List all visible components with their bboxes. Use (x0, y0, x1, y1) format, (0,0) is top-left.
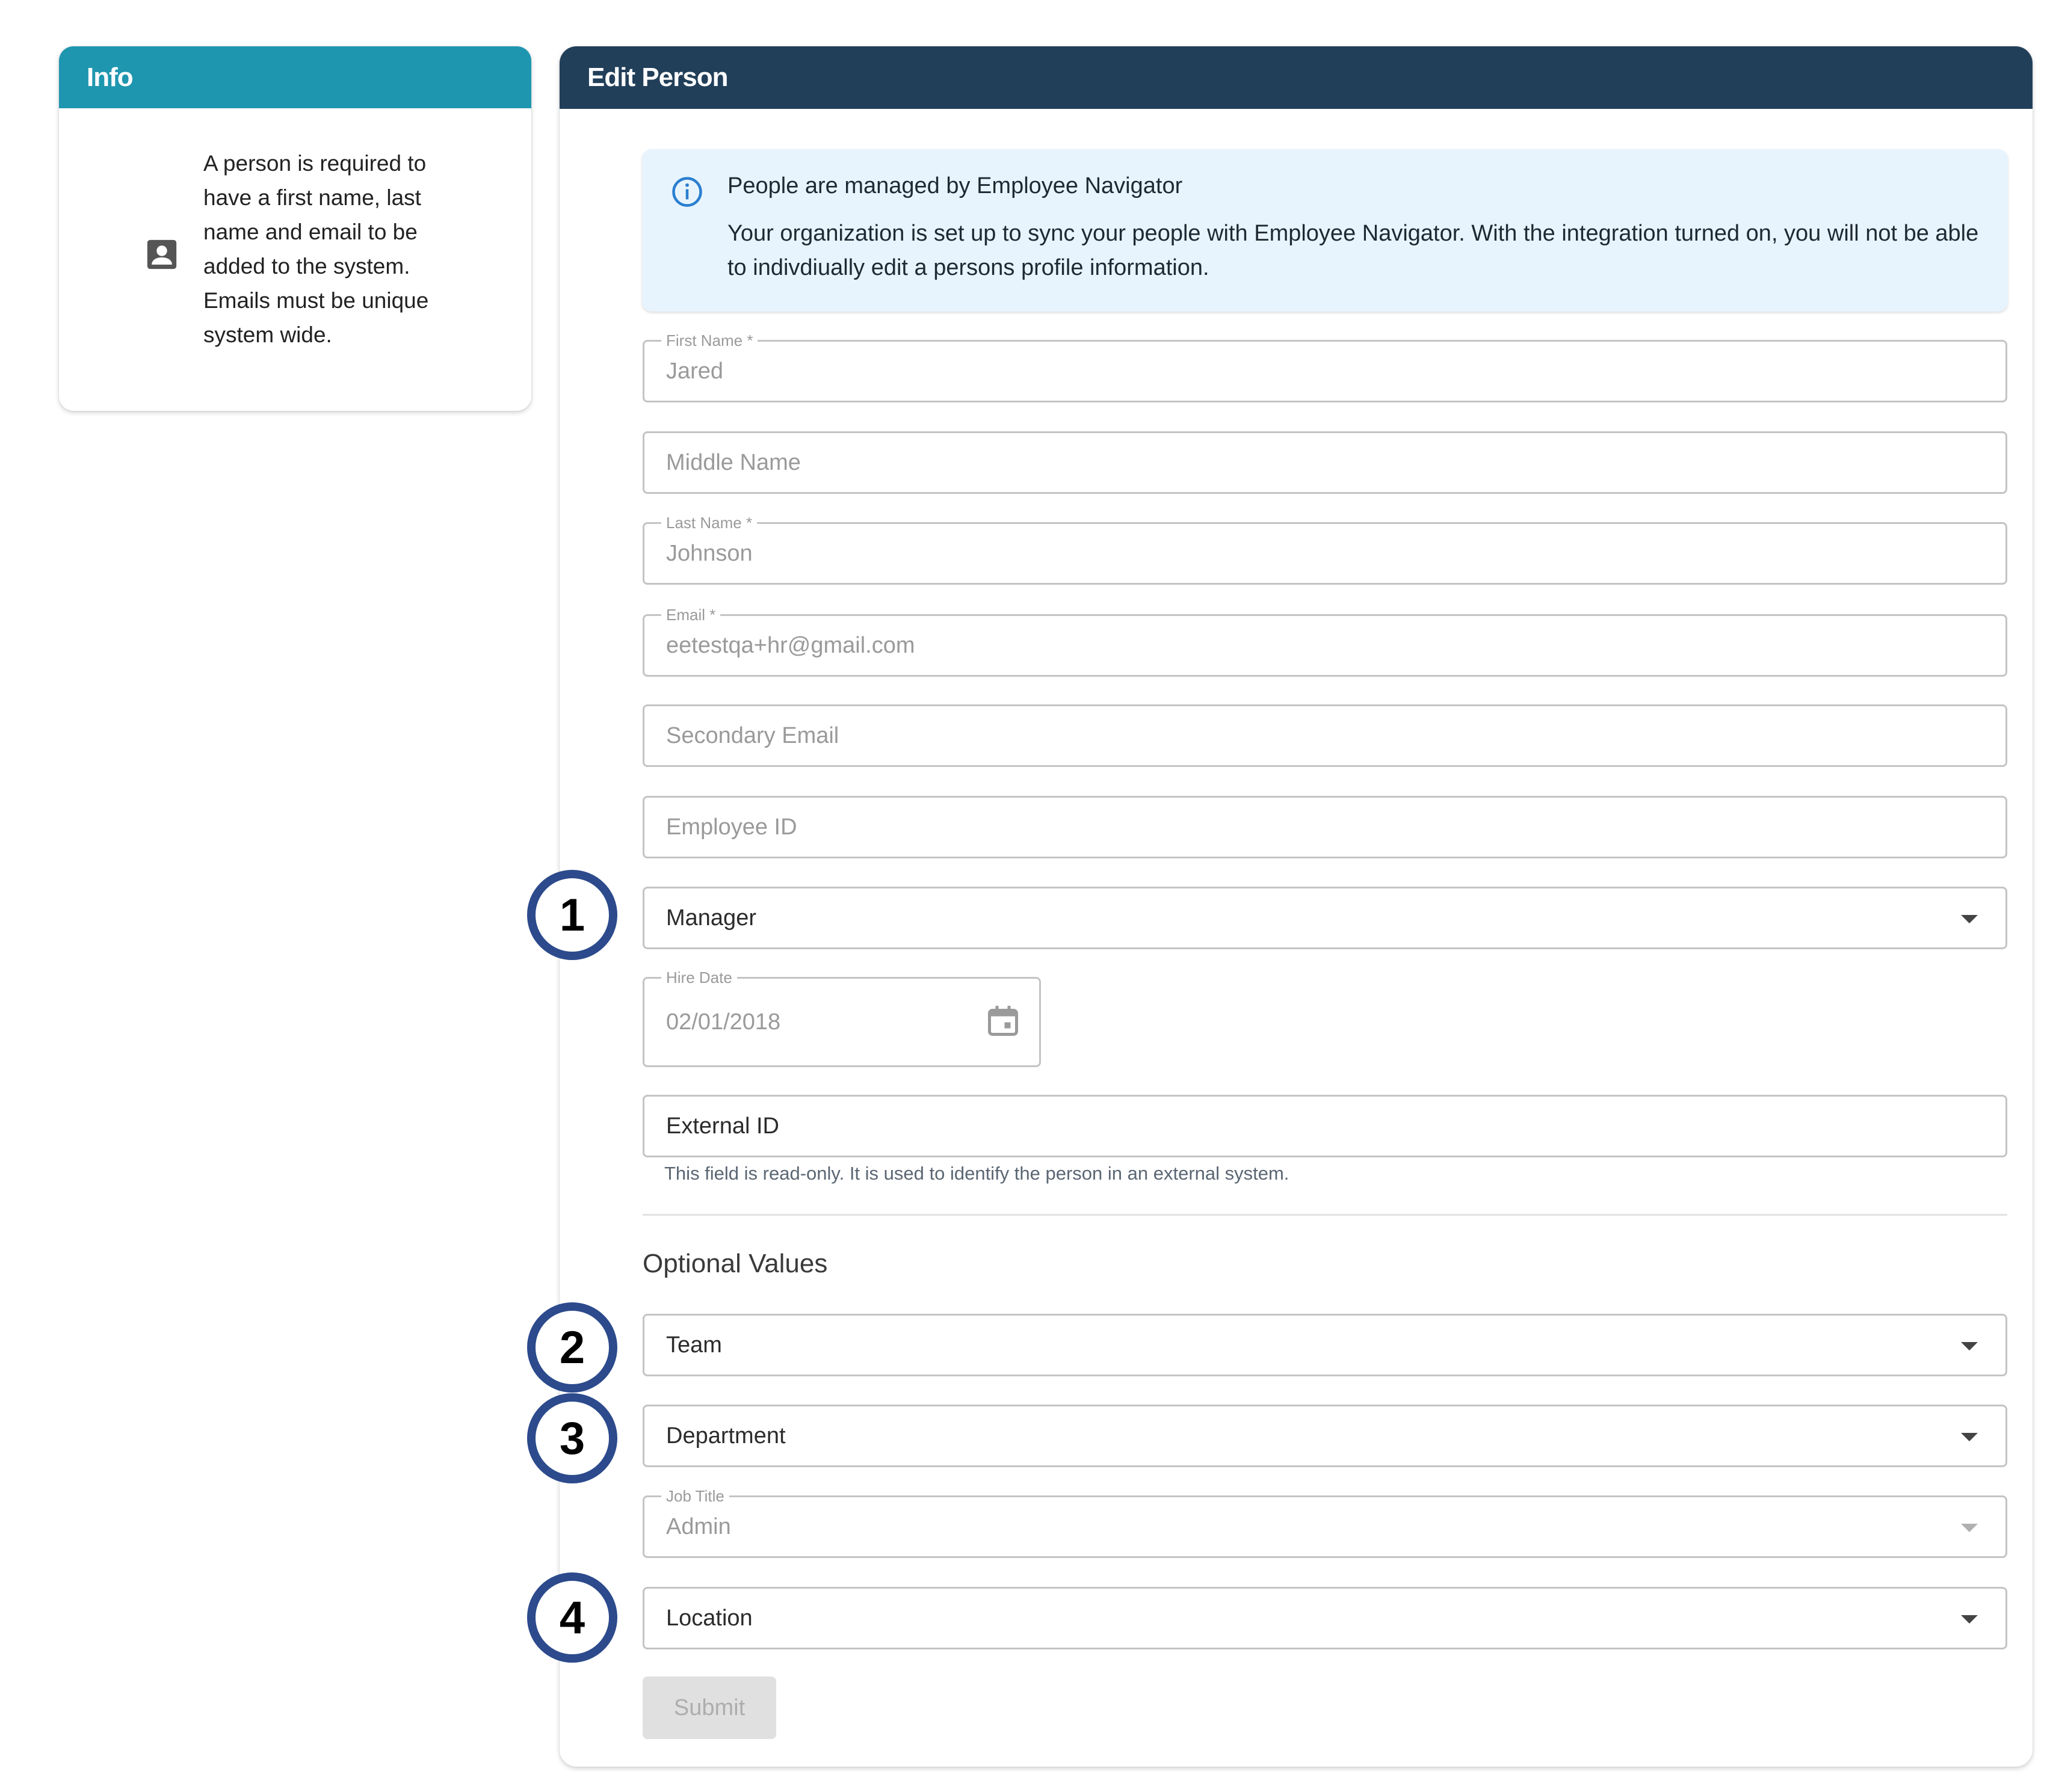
last-name-field[interactable]: Last Name * Johnson (643, 514, 2007, 585)
employee-id-field[interactable]: Employee ID (643, 796, 2007, 858)
external-id-placeholder: External ID (666, 1113, 779, 1139)
info-line: added to the system. (203, 254, 410, 279)
alert-title: People are managed by Employee Navigator (727, 173, 1183, 199)
first-name-value: Jared (666, 358, 724, 384)
annotation-marker-4: 4 (527, 1572, 617, 1663)
optional-values-title: Optional Values (643, 1249, 828, 1278)
info-card-title: Info (59, 46, 531, 108)
calendar-icon[interactable] (985, 1003, 1021, 1039)
chevron-down-icon[interactable] (1961, 1615, 1978, 1624)
location-select[interactable]: Location (643, 1587, 2007, 1649)
external-id-helper: This field is read-only. It is used to i… (664, 1163, 1289, 1184)
job-title-select[interactable]: Job Title Admin (643, 1488, 2007, 1558)
hire-date-value: 02/01/2018 (666, 1009, 781, 1035)
chevron-down-icon[interactable] (1961, 1342, 1978, 1350)
info-description: A person is required to have a first nam… (203, 146, 516, 352)
middle-name-field[interactable]: Middle Name (643, 431, 2007, 494)
email-value: eetestqa+hr@gmail.com (666, 632, 915, 658)
location-placeholder: Location (666, 1605, 753, 1631)
secondary-email-field[interactable]: Secondary Email (643, 704, 2007, 767)
employee-id-placeholder: Employee ID (666, 814, 797, 840)
chevron-down-icon[interactable] (1961, 1433, 1978, 1441)
info-circle-icon (672, 177, 702, 207)
info-card: Info A person is required to have a firs… (59, 46, 531, 411)
first-name-field[interactable]: First Name * Jared (643, 332, 2007, 402)
info-line: Emails must be unique (203, 288, 429, 313)
manager-placeholder: Manager (666, 905, 756, 931)
chevron-down-icon[interactable] (1961, 915, 1978, 923)
external-id-field[interactable]: External ID (643, 1095, 2007, 1157)
info-line: system wide. (203, 322, 332, 347)
annotation-marker-2: 2 (527, 1302, 617, 1393)
team-placeholder: Team (666, 1332, 722, 1358)
person-badge-icon (147, 239, 177, 269)
manager-select[interactable]: Manager (643, 887, 2007, 949)
alert-body: Your organization is set up to sync your… (727, 221, 1979, 280)
integration-alert: People are managed by Employee Navigator… (642, 149, 2008, 312)
team-select[interactable]: Team (643, 1314, 2007, 1376)
last-name-value: Johnson (666, 540, 753, 566)
edit-person-title: Edit Person (560, 46, 2033, 109)
info-line: name and email to be (203, 220, 418, 244)
submit-button[interactable]: Submit (643, 1677, 776, 1739)
info-line: have a first name, last (203, 185, 421, 210)
department-placeholder: Department (666, 1423, 786, 1449)
hire-date-field[interactable]: Hire Date 02/01/2018 (643, 969, 1041, 1067)
department-select[interactable]: Department (643, 1405, 2007, 1467)
secondary-email-placeholder: Secondary Email (666, 722, 839, 748)
annotation-marker-3: 3 (527, 1393, 617, 1483)
chevron-down-icon[interactable] (1961, 1524, 1978, 1532)
annotation-marker-1: 1 (527, 870, 617, 960)
middle-name-placeholder: Middle Name (666, 449, 801, 475)
divider (643, 1214, 2007, 1216)
email-field[interactable]: Email * eetestqa+hr@gmail.com (643, 606, 2007, 677)
info-line: A person is required to (203, 151, 427, 176)
job-title-value: Admin (666, 1513, 731, 1539)
